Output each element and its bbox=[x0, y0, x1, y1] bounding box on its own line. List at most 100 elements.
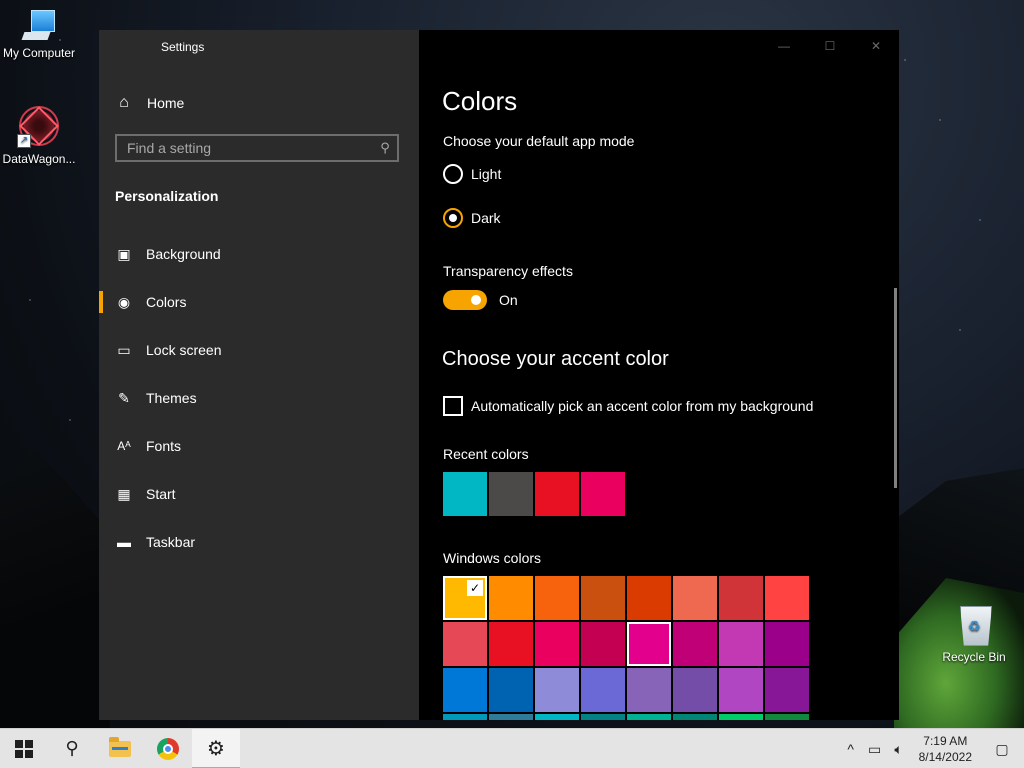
windows-color-swatch[interactable] bbox=[443, 622, 487, 666]
transparency-toggle[interactable]: On bbox=[443, 290, 518, 310]
recycle-bin-icon: ♻ bbox=[954, 602, 994, 646]
windows-color-swatch[interactable] bbox=[489, 622, 533, 666]
settings-content: — ☐ ✕ Colors Choose your default app mod… bbox=[419, 30, 899, 720]
sidebar-item-lock-screen[interactable]: ▭ Lock screen bbox=[99, 326, 419, 374]
section-title: Personalization bbox=[115, 188, 219, 204]
desktop-icon-datawagon[interactable]: ↗ DataWagon... bbox=[0, 104, 81, 166]
sidebar-item-label: Background bbox=[146, 246, 221, 262]
folder-icon bbox=[109, 736, 131, 757]
network-icon[interactable]: ▭ bbox=[863, 729, 887, 768]
windows-color-swatch[interactable] bbox=[627, 668, 671, 712]
windows-color-swatch[interactable] bbox=[443, 714, 487, 720]
windows-color-swatch[interactable] bbox=[765, 576, 809, 620]
windows-color-swatch[interactable] bbox=[535, 714, 579, 720]
checkbox-box[interactable] bbox=[443, 396, 463, 416]
windows-color-swatch[interactable] bbox=[581, 622, 625, 666]
sidebar-nav: ▣ Background ◉ Colors ▭ Lock screen ✎ Th… bbox=[99, 230, 419, 566]
page-title: Colors bbox=[442, 86, 518, 116]
windows-color-swatch[interactable] bbox=[581, 668, 625, 712]
system-tray: ^ ▭ 🔈︎ 7:19 AM 8/14/2022 ▢ bbox=[839, 729, 1024, 768]
chrome-icon bbox=[157, 737, 179, 760]
recent-color-swatch[interactable] bbox=[443, 472, 487, 516]
taskbar: ⚲ ⚙ ^ ▭ 🔈︎ 7:19 AM 8/14/2022 ▢ bbox=[0, 728, 1024, 768]
recent-color-swatch[interactable] bbox=[581, 472, 625, 516]
gear-icon: ⚙ bbox=[207, 738, 225, 760]
windows-color-swatch[interactable] bbox=[673, 714, 717, 720]
sidebar-item-themes[interactable]: ✎ Themes bbox=[99, 374, 419, 422]
font-icon: Aᴬ bbox=[117, 439, 131, 453]
taskbar-file-explorer[interactable] bbox=[96, 729, 144, 768]
recent-color-swatch[interactable] bbox=[535, 472, 579, 516]
sidebar-item-taskbar[interactable]: ▬ Taskbar bbox=[99, 518, 419, 566]
windows-color-swatch[interactable] bbox=[443, 668, 487, 712]
radio-label: Light bbox=[471, 166, 502, 182]
search-icon[interactable]: ⚲ bbox=[373, 140, 397, 156]
desktop-icon-my-computer[interactable]: My Computer bbox=[0, 8, 81, 60]
sidebar-home[interactable]: ⌂ Home bbox=[99, 90, 419, 116]
taskbar-icon: ▬ bbox=[117, 534, 131, 550]
app-mode-heading: Choose your default app mode bbox=[443, 133, 635, 149]
windows-color-swatch[interactable] bbox=[489, 668, 533, 712]
lock-screen-icon: ▭ bbox=[117, 341, 131, 358]
windows-color-swatch[interactable] bbox=[535, 622, 579, 666]
windows-color-swatch[interactable] bbox=[673, 668, 717, 712]
volume-icon[interactable]: 🔈︎ bbox=[887, 729, 911, 768]
windows-color-swatch[interactable] bbox=[673, 622, 717, 666]
windows-color-swatch[interactable] bbox=[719, 714, 763, 720]
start-button[interactable] bbox=[0, 729, 48, 768]
windows-color-swatch[interactable] bbox=[765, 714, 809, 720]
sidebar-item-colors[interactable]: ◉ Colors bbox=[99, 278, 419, 326]
clock-date: 8/14/2022 bbox=[918, 750, 972, 764]
windows-color-swatch[interactable]: ✓ bbox=[443, 576, 487, 620]
taskbar-settings[interactable]: ⚙ bbox=[192, 728, 240, 768]
sidebar-item-label: Themes bbox=[146, 390, 197, 406]
windows-color-swatch[interactable] bbox=[535, 668, 579, 712]
windows-color-swatch[interactable] bbox=[627, 576, 671, 620]
windows-color-swatch[interactable] bbox=[627, 622, 671, 666]
taskbar-search-button[interactable]: ⚲ bbox=[48, 729, 96, 768]
accent-heading: Choose your accent color bbox=[442, 348, 669, 370]
sidebar-item-fonts[interactable]: Aᴬ Fonts bbox=[99, 422, 419, 470]
windows-color-swatch[interactable] bbox=[581, 576, 625, 620]
windows-color-swatch[interactable] bbox=[489, 714, 533, 720]
radio-dark[interactable]: Dark bbox=[443, 207, 501, 229]
window-title: Settings bbox=[161, 40, 205, 54]
search-input[interactable] bbox=[117, 139, 373, 157]
sidebar-item-background[interactable]: ▣ Background bbox=[99, 230, 419, 278]
window-controls: — ☐ ✕ bbox=[761, 30, 899, 62]
windows-color-swatch[interactable] bbox=[719, 576, 763, 620]
windows-color-swatch[interactable] bbox=[719, 622, 763, 666]
sidebar-item-start[interactable]: ▦ Start bbox=[99, 470, 419, 518]
minimize-button[interactable]: — bbox=[761, 30, 807, 62]
clock[interactable]: 7:19 AM 8/14/2022 bbox=[911, 733, 980, 765]
taskbar-chrome[interactable] bbox=[144, 729, 192, 768]
radio-light[interactable]: Light bbox=[443, 163, 501, 185]
windows-colors-row-4 bbox=[443, 714, 809, 720]
radio-circle bbox=[443, 208, 463, 228]
windows-color-swatch[interactable] bbox=[489, 576, 533, 620]
windows-color-swatch[interactable] bbox=[765, 668, 809, 712]
desktop-icon-label: Recycle Bin bbox=[942, 650, 1006, 664]
windows-color-swatch[interactable] bbox=[535, 576, 579, 620]
windows-color-swatch[interactable] bbox=[581, 714, 625, 720]
recent-color-swatch[interactable] bbox=[489, 472, 533, 516]
windows-color-swatch[interactable] bbox=[673, 576, 717, 620]
settings-search-box[interactable]: ⚲ bbox=[115, 134, 399, 162]
maximize-button[interactable]: ☐ bbox=[807, 30, 853, 62]
transparency-heading: Transparency effects bbox=[443, 263, 573, 279]
sidebar-item-label: Taskbar bbox=[146, 534, 196, 550]
datawagon-app-icon: ↗ bbox=[17, 104, 61, 148]
desktop-icon-recycle-bin[interactable]: ♻ Recycle Bin bbox=[932, 602, 1016, 664]
settings-window: Settings ⌂ Home ⚲ Personalization ▣ Back… bbox=[99, 30, 899, 720]
windows-color-swatch[interactable] bbox=[719, 668, 763, 712]
shortcut-arrow-icon: ↗ bbox=[17, 134, 31, 148]
windows-color-swatch[interactable] bbox=[765, 622, 809, 666]
action-center-icon[interactable]: ▢ bbox=[980, 729, 1024, 768]
close-button[interactable]: ✕ bbox=[853, 30, 899, 62]
toggle-track[interactable] bbox=[443, 290, 487, 310]
desktop-icon-label: My Computer bbox=[2, 46, 76, 60]
auto-accent-checkbox[interactable]: Automatically pick an accent color from … bbox=[443, 396, 813, 416]
content-scrollbar[interactable] bbox=[894, 288, 897, 488]
windows-color-swatch[interactable] bbox=[627, 714, 671, 720]
tray-overflow-chevron-icon[interactable]: ^ bbox=[839, 729, 863, 768]
